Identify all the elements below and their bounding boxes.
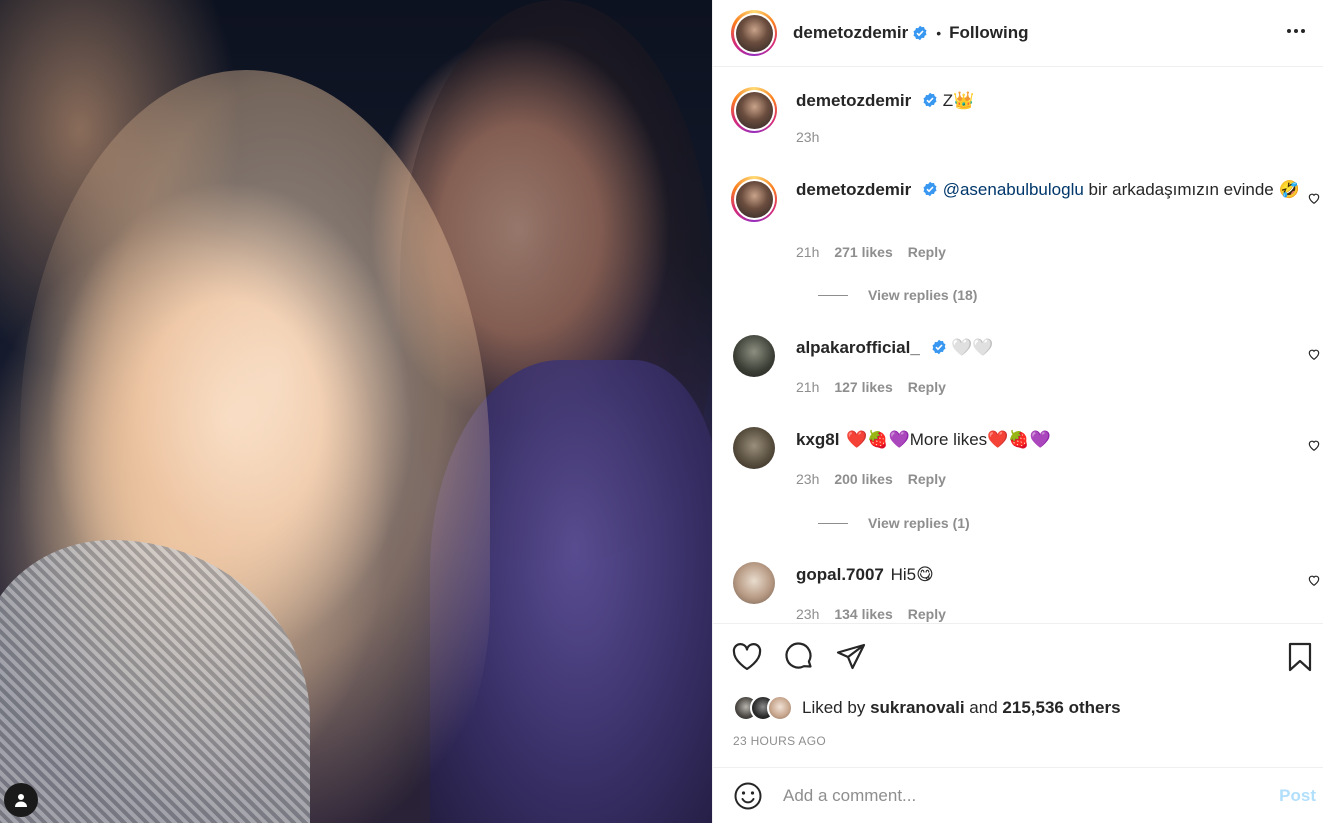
verified-icon: [913, 25, 927, 41]
view-replies-button[interactable]: View replies (1): [818, 515, 970, 531]
reply-button[interactable]: Reply: [908, 471, 946, 487]
post-button[interactable]: Post: [1279, 786, 1316, 806]
reply-button[interactable]: Reply: [908, 244, 946, 260]
user-tag-icon[interactable]: [4, 783, 38, 817]
post-actions: Liked by sukranovali and 215,536 others …: [713, 623, 1323, 767]
post-header: demetozdemir • Following: [713, 0, 1323, 67]
comment-time[interactable]: 23h: [796, 471, 819, 487]
comment-item: kxg8l ❤️🍓💜More likes❤️🍓💜 23h 200 likes R…: [731, 427, 1321, 537]
comment-text: ❤️🍓💜More likes❤️🍓💜: [846, 430, 1051, 449]
comment-username[interactable]: demetozdemir: [796, 91, 911, 110]
comment-item: demetozdemir @asenabulbuloglu bir arkada…: [731, 176, 1321, 306]
comment-username[interactable]: kxg8l: [796, 430, 839, 449]
reply-button[interactable]: Reply: [908, 379, 946, 395]
post-side-panel: demetozdemir • Following demetozdemir Z👑…: [712, 0, 1323, 823]
avatar[interactable]: [731, 176, 777, 222]
author-username[interactable]: demetozdemir: [793, 23, 908, 43]
avatar[interactable]: [733, 562, 775, 604]
caption: demetozdemir Z👑 23h: [731, 87, 1321, 157]
likes-prefix: Liked by: [802, 698, 866, 717]
comment-username[interactable]: demetozdemir: [796, 180, 911, 199]
comment-time[interactable]: 23h: [796, 129, 819, 145]
bookmark-icon[interactable]: [1284, 641, 1316, 673]
comment-text: Hi5😋: [890, 565, 934, 584]
separator-dot: •: [936, 25, 942, 41]
likes-and: and: [969, 698, 998, 717]
comment-username[interactable]: alpakarofficial_: [796, 338, 920, 357]
view-replies-label: View replies (1): [868, 515, 970, 531]
post-modal: demetozdemir • Following demetozdemir Z👑…: [0, 0, 1323, 823]
comment-text: Z👑: [942, 91, 975, 110]
comment-item: gopal.7007 Hi5😋 23h 134 likes Reply: [731, 562, 1321, 623]
comment-icon[interactable]: [783, 641, 815, 673]
comment-time[interactable]: 21h: [796, 244, 819, 260]
like-comment-heart-icon[interactable]: [1307, 573, 1321, 587]
likes-others-count[interactable]: 215,536 others: [1002, 698, 1120, 717]
comment-text: 🤍🤍: [951, 338, 994, 357]
add-comment-bar: Post: [713, 767, 1323, 823]
post-photo[interactable]: [0, 0, 712, 823]
comment-text: bir arkadaşımızın evinde 🤣: [1083, 180, 1300, 199]
following-button[interactable]: Following: [949, 23, 1028, 43]
post-timestamp[interactable]: 23 HOURS AGO: [733, 734, 826, 748]
emoji-icon[interactable]: [733, 781, 763, 811]
like-comment-heart-icon[interactable]: [1307, 438, 1321, 452]
liker-username[interactable]: sukranovali: [870, 698, 965, 717]
reply-button[interactable]: Reply: [908, 606, 946, 622]
like-comment-heart-icon[interactable]: [1307, 347, 1321, 361]
liker-avatar: [767, 695, 793, 721]
comment-likes[interactable]: 271 likes: [834, 244, 892, 260]
avatar[interactable]: [733, 427, 775, 469]
comment-likes[interactable]: 134 likes: [834, 606, 892, 622]
likes-summary[interactable]: Liked by sukranovali and 215,536 others: [733, 695, 1121, 721]
comment-username[interactable]: gopal.7007: [796, 565, 884, 584]
mention-link[interactable]: @asenabulbuloglu: [943, 180, 1084, 199]
like-comment-heart-icon[interactable]: [1307, 191, 1321, 205]
verified-icon: [923, 181, 937, 197]
comment-time[interactable]: 23h: [796, 606, 819, 622]
author-avatar[interactable]: [731, 10, 777, 56]
comments-list[interactable]: demetozdemir Z👑 23h demetozdemir @asenab…: [713, 68, 1323, 623]
view-replies-button[interactable]: View replies (18): [818, 287, 977, 303]
comment-likes[interactable]: 200 likes: [834, 471, 892, 487]
verified-icon: [923, 92, 937, 108]
heart-icon[interactable]: [731, 641, 763, 673]
view-replies-label: View replies (18): [868, 287, 978, 303]
comment-time[interactable]: 21h: [796, 379, 819, 395]
comment-input[interactable]: [783, 785, 1280, 806]
verified-icon: [932, 339, 946, 355]
share-icon[interactable]: [835, 641, 867, 673]
more-icon[interactable]: [1283, 18, 1309, 44]
comment-item: alpakarofficial_ 🤍🤍 21h 127 likes Reply: [731, 335, 1321, 405]
comment-likes[interactable]: 127 likes: [834, 379, 892, 395]
avatar[interactable]: [731, 87, 777, 133]
avatar[interactable]: [733, 335, 775, 377]
